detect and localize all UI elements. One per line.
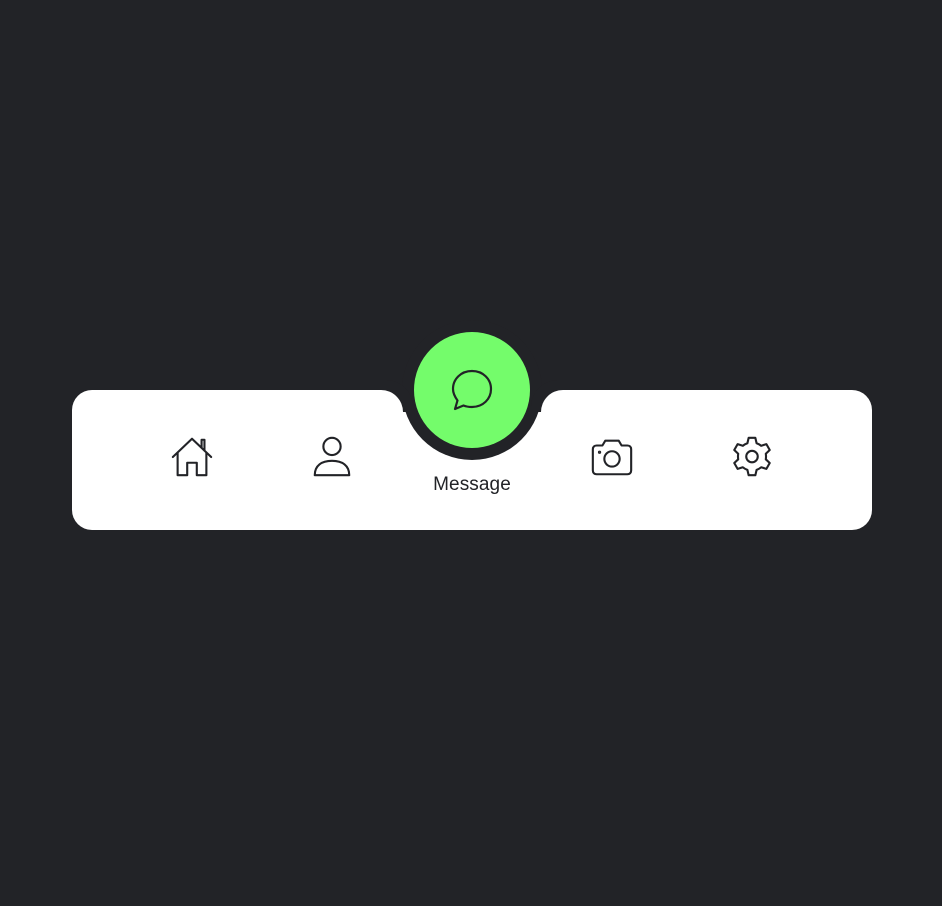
nav-item-message-label: Message [433, 474, 511, 495]
nav-item-message[interactable] [414, 332, 530, 448]
home-icon [171, 437, 213, 477]
camera-icon [591, 439, 633, 476]
nav-item-home[interactable] [162, 427, 222, 487]
chat-bubble-icon [451, 369, 493, 411]
nav-item-camera[interactable] [582, 427, 642, 487]
nav-item-profile[interactable] [302, 427, 362, 487]
person-icon [313, 436, 351, 477]
gear-icon [733, 436, 771, 477]
nav-item-settings[interactable] [722, 427, 782, 487]
